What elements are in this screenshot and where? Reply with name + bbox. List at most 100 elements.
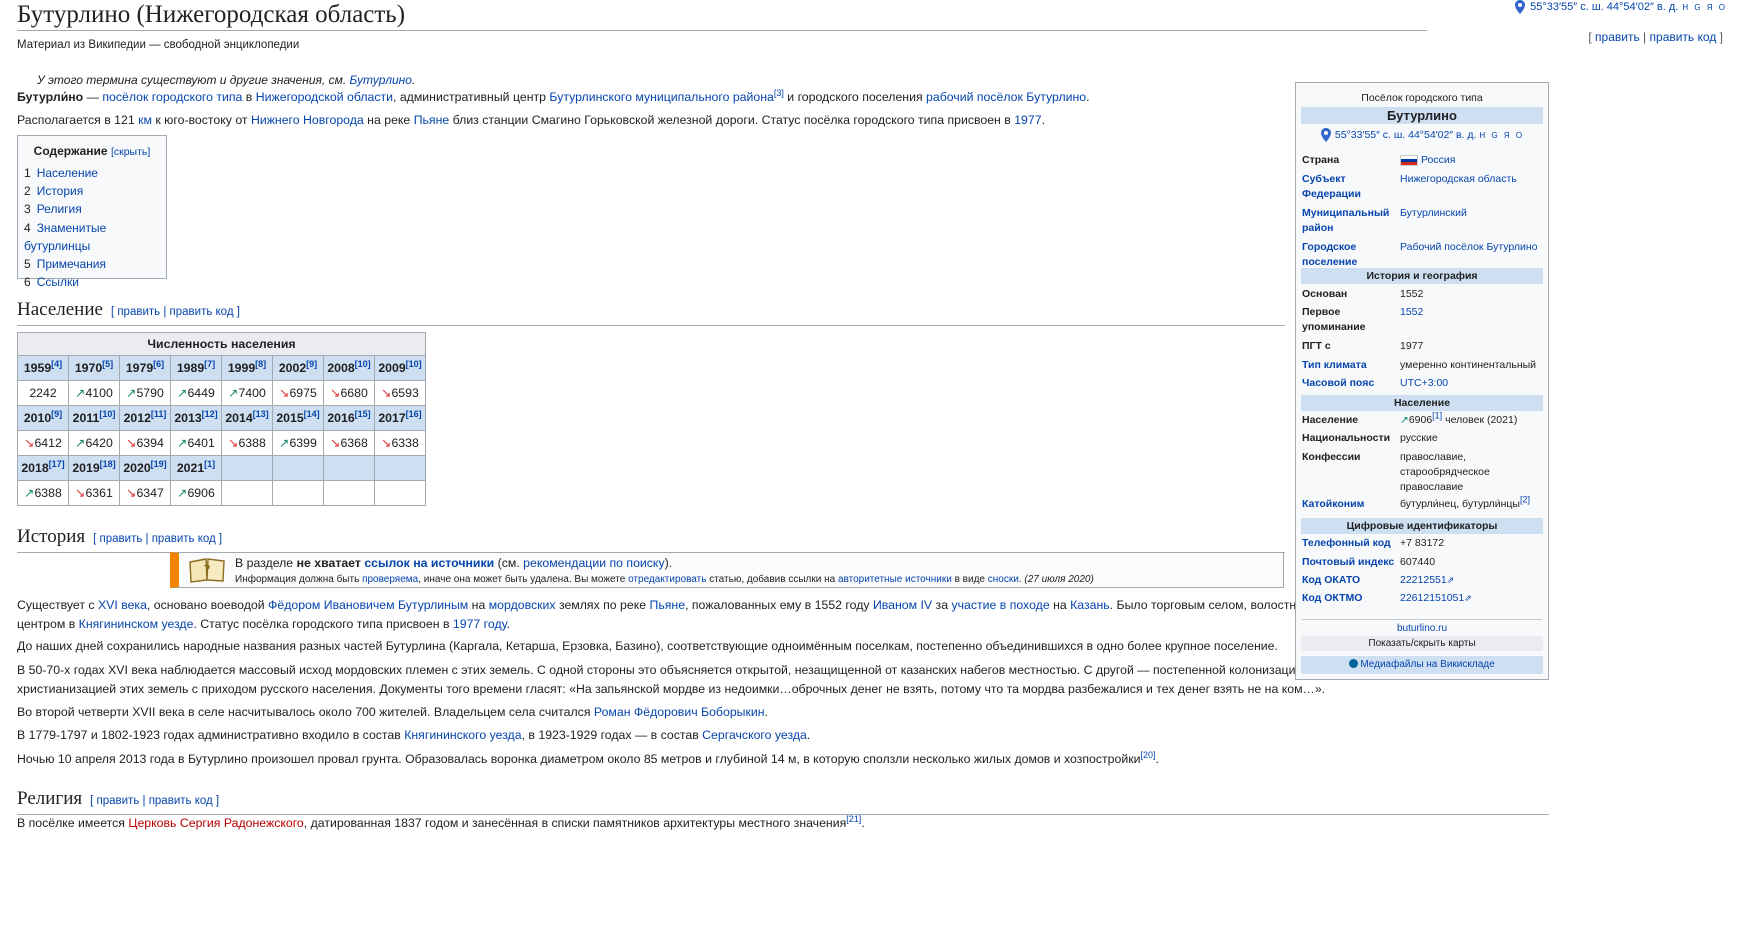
- population-year-ref[interactable]: [9]: [306, 359, 317, 369]
- toc-item-label[interactable]: Население: [37, 166, 98, 180]
- link-pgt[interactable]: посёлок городского типа: [102, 90, 242, 104]
- population-year-ref[interactable]: [4]: [51, 359, 62, 369]
- edit-code-link[interactable]: править код: [1650, 30, 1717, 44]
- population-year-ref[interactable]: [13]: [253, 409, 269, 419]
- link-ivan4[interactable]: Иваном IV: [873, 598, 932, 612]
- ambox-verify-link[interactable]: проверяема: [362, 574, 418, 585]
- link-pyana-2[interactable]: Пьяне: [650, 598, 686, 612]
- link-campaign[interactable]: участие в походе: [951, 598, 1049, 612]
- population-year-ref[interactable]: [16]: [406, 409, 422, 419]
- toc-item-label[interactable]: Примечания: [37, 257, 106, 271]
- edit-link[interactable]: править: [1595, 30, 1640, 44]
- population-year-ref[interactable]: [8]: [255, 359, 266, 369]
- ambox-sources-link[interactable]: ссылок на источники: [364, 556, 494, 570]
- ambox-edit-link[interactable]: отредактировать: [628, 574, 706, 585]
- toc-item-label[interactable]: Ссылки: [37, 275, 79, 289]
- infobox-label[interactable]: Почтовый индекс: [1302, 555, 1400, 570]
- population-year-ref[interactable]: [10]: [355, 359, 371, 369]
- toc-item[interactable]: 5 Примечания: [24, 255, 166, 273]
- infobox-ref[interactable]: [1]: [1432, 411, 1442, 421]
- link-knyaginino-uezd[interactable]: Княгининского уезда: [404, 728, 521, 742]
- population-value-cell: ↗6906: [170, 480, 222, 506]
- ambox-footnote-link[interactable]: сноски: [988, 574, 1019, 585]
- infobox-website-link[interactable]: buturlino.ru: [1302, 619, 1542, 634]
- population-year-ref[interactable]: [7]: [204, 359, 215, 369]
- population-year-ref[interactable]: [12]: [202, 409, 218, 419]
- ref-21[interactable]: [21]: [846, 814, 861, 824]
- infobox-label[interactable]: Муниципальный район: [1302, 206, 1400, 236]
- trend-down-icon: ↘: [228, 436, 239, 450]
- population-year-ref[interactable]: [9]: [51, 409, 62, 419]
- top-coords-geo-links[interactable]: H G Я O: [1682, 3, 1727, 12]
- link-kazan[interactable]: Казань: [1070, 598, 1110, 612]
- toc-item[interactable]: 4 Знаменитые бутурлинцы: [24, 219, 166, 255]
- toc-item[interactable]: 6 Ссылки: [24, 273, 166, 291]
- infobox-value[interactable]: Бутурлинский: [1400, 206, 1544, 236]
- link-16c[interactable]: XVI века: [98, 598, 147, 612]
- link-district[interactable]: Бутурлинского муниципального района: [549, 90, 773, 104]
- infobox-label[interactable]: Тип климата: [1302, 358, 1400, 373]
- infobox-value[interactable]: 22212551⇗: [1400, 573, 1544, 588]
- link-boborykin[interactable]: Роман Фёдорович Боборыкин: [594, 705, 765, 719]
- link-region[interactable]: Нижегородской области: [256, 90, 393, 104]
- infobox-label[interactable]: Код ОКАТО: [1302, 573, 1400, 588]
- population-year-ref[interactable]: [17]: [49, 459, 65, 469]
- link-uezd[interactable]: Княгининском уезде: [79, 617, 194, 631]
- link-pyana[interactable]: Пьяне: [414, 113, 450, 127]
- infobox-value[interactable]: 1552: [1400, 305, 1544, 335]
- ambox-reliable-link[interactable]: авторитетные источники: [838, 574, 952, 585]
- infobox-coords[interactable]: 55°33′55″ с. ш. 44°54′02″ в. д. H G Я O: [1296, 128, 1548, 142]
- infobox-value[interactable]: Рабочий посёлок Бутурлино: [1400, 240, 1544, 270]
- infobox-value[interactable]: UTC+3:00: [1400, 376, 1544, 391]
- toc-item-label[interactable]: История: [37, 184, 84, 198]
- link-settlement[interactable]: рабочий посёлок Бутурлино: [926, 90, 1086, 104]
- link-nn[interactable]: Нижнего Новгорода: [251, 113, 364, 127]
- ambox-search-link[interactable]: рекомендации по поиску: [523, 556, 664, 570]
- infobox-value[interactable]: Россия: [1400, 153, 1544, 168]
- population-year-ref[interactable]: [19]: [151, 459, 167, 469]
- population-year-ref[interactable]: [18]: [100, 459, 116, 469]
- hatnote-link[interactable]: Бутурлино: [350, 73, 412, 87]
- section-heading-history: История[ править | править код ]: [17, 524, 1285, 553]
- toc-item-label[interactable]: Религия: [37, 202, 82, 216]
- link-mordva[interactable]: мордовских: [489, 598, 556, 612]
- infobox-value[interactable]: Нижегородская область: [1400, 172, 1544, 202]
- infobox-value[interactable]: 22612151051⇗: [1400, 591, 1544, 606]
- population-year-ref[interactable]: [10]: [99, 409, 115, 419]
- infobox-label[interactable]: Код ОКТМО: [1302, 591, 1400, 606]
- toc-item-label[interactable]: Знаменитые бутурлинцы: [24, 221, 106, 253]
- infobox-label[interactable]: Телефонный код: [1302, 536, 1400, 551]
- section-edit-links[interactable]: [ править | править код ]: [111, 306, 240, 318]
- link-church-redlink[interactable]: Церковь Сергия Радонежского: [128, 816, 303, 830]
- infobox-label[interactable]: Катойконим: [1302, 497, 1400, 512]
- link-1977[interactable]: 1977: [1014, 113, 1041, 127]
- population-year-ref[interactable]: [10]: [406, 359, 422, 369]
- infobox-label[interactable]: Городское поселение: [1302, 240, 1400, 270]
- toc-item[interactable]: 2 История: [24, 182, 166, 200]
- section-heading-population: Население[ править | править код ]: [17, 297, 1285, 326]
- population-year-ref[interactable]: [5]: [102, 359, 113, 369]
- link-1977-year[interactable]: 1977 году: [453, 617, 507, 631]
- population-year-ref[interactable]: [14]: [304, 409, 320, 419]
- toc-toggle[interactable]: [скрыть]: [111, 146, 150, 158]
- section-edit-links[interactable]: [ править | править код ]: [93, 533, 222, 545]
- section-edit-links[interactable]: [ править | править код ]: [90, 795, 219, 807]
- population-year-ref[interactable]: [1]: [204, 459, 215, 469]
- top-coords-text[interactable]: 55°33′55″ с. ш. 44°54′02″ в. д.: [1530, 1, 1678, 13]
- infobox-label[interactable]: Часовой пояс: [1302, 376, 1400, 391]
- toggle-maps-button[interactable]: Показать/скрыть карты: [1301, 636, 1543, 651]
- infobox-ref[interactable]: [2]: [1520, 495, 1530, 505]
- top-coordinates[interactable]: 55°33′55″ с. ш. 44°54′02″ в. д. H G Я O: [1514, 0, 1727, 14]
- link-km[interactable]: км: [138, 113, 152, 127]
- link-sergach-uezd[interactable]: Сергачского уезда: [702, 728, 807, 742]
- population-year-ref[interactable]: [11]: [151, 409, 167, 419]
- population-year-ref[interactable]: [15]: [355, 409, 371, 419]
- commons-link[interactable]: Медиафайлы на Викискладе: [1301, 656, 1543, 674]
- toc-item[interactable]: 3 Религия: [24, 200, 166, 218]
- toc-item[interactable]: 1 Население: [24, 164, 166, 182]
- population-year-ref[interactable]: [6]: [153, 359, 164, 369]
- link-buturlin[interactable]: Фёдором Ивановичем Бутурлиным: [268, 598, 468, 612]
- ref-20[interactable]: [20]: [1140, 750, 1155, 760]
- infobox-label[interactable]: Субъект Федерации: [1302, 172, 1400, 202]
- ref-3[interactable]: [3]: [774, 88, 784, 98]
